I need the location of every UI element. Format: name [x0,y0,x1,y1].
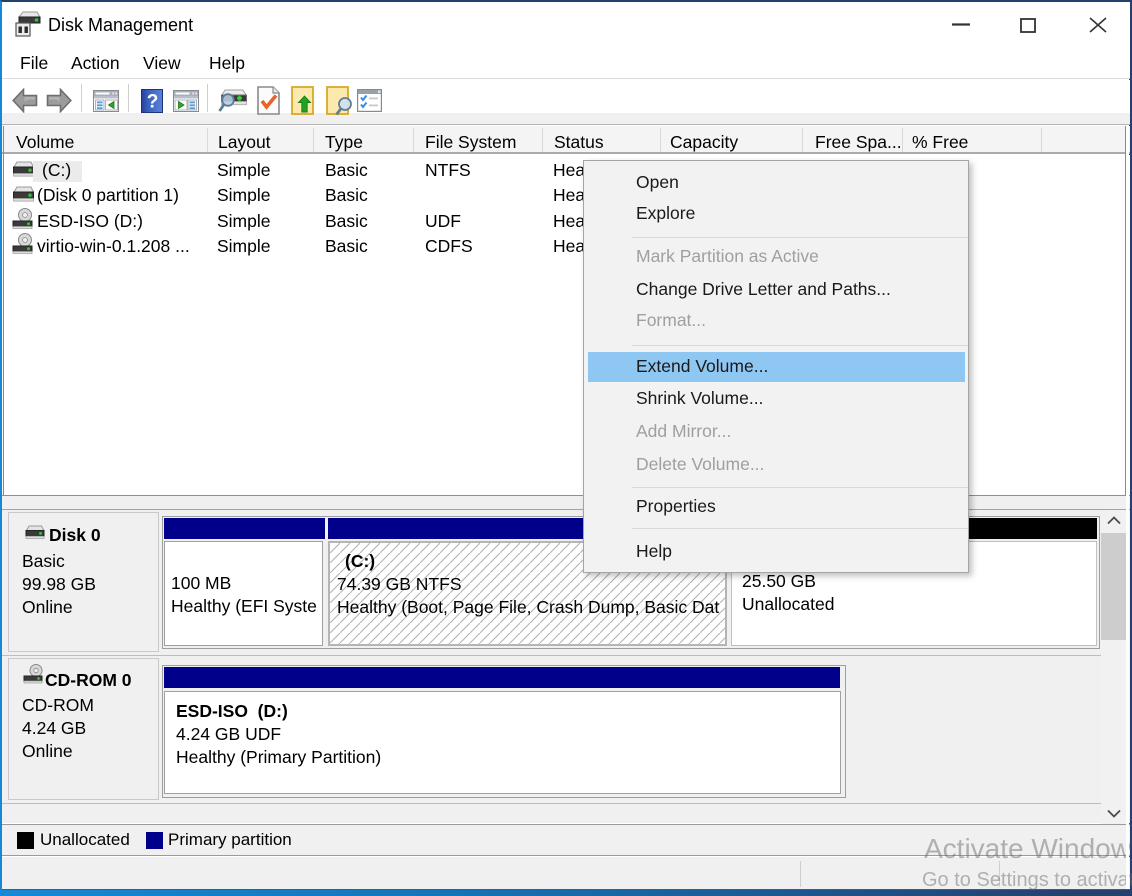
svg-text:?: ? [147,92,159,113]
